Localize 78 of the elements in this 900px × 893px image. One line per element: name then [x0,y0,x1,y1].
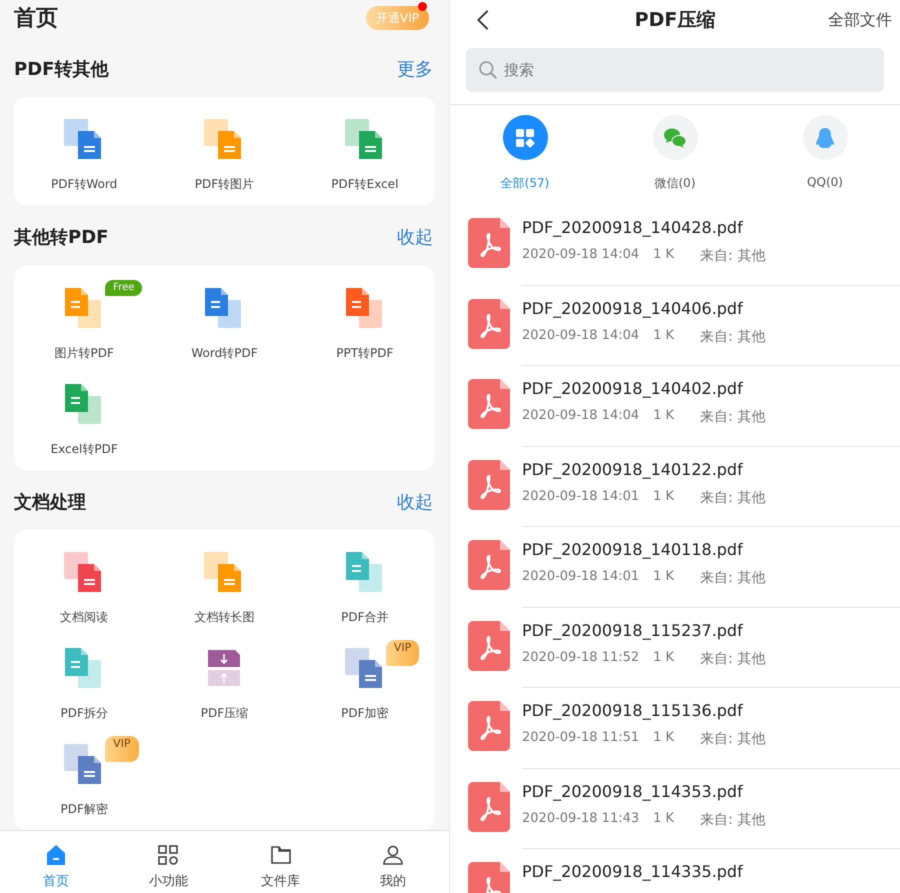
tool-label: PDF解密 [60,800,108,818]
nav-tab[interactable]: 我的 [336,830,449,893]
source-tab[interactable]: 微信(0) [600,105,750,205]
tool-label: PDF加密 [341,704,389,722]
page-title: 首页 [14,5,58,34]
screen-title: PDF压缩 [634,8,716,33]
tool-label: 文档阅读 [60,608,108,626]
search-field[interactable]: 搜索 [466,48,884,92]
file-name[interactable]: PDF_20200918_114335.pdf [522,861,900,883]
file-name[interactable]: PDF_20200918_114353.pdf [522,780,900,802]
file-date: 2020-09-18 11:43 [522,810,640,828]
penguin-icon [813,126,837,150]
tool-label: PDF压缩 [200,704,248,722]
file-size: 1 K [653,730,674,747]
section-toggle-link[interactable]: 收起 [397,225,433,250]
file-size: 1 K [653,408,674,425]
pdf-file-icon [468,701,510,751]
file-size: 1 K [653,569,674,586]
file-name[interactable]: PDF_20200918_140428.pdf [522,217,900,239]
nav-tab[interactable]: 小功能 [112,830,224,893]
tool-label: PDF拆分 [60,704,108,722]
tool-label: 文档转长图 [194,608,254,626]
section-title: 其他转PDF [14,226,108,250]
all-files-link[interactable]: 全部文件 [828,10,892,30]
pdf-file-icon [468,379,510,429]
file-source: 来自: 其他 [700,650,766,668]
grid-icon [156,842,180,867]
free-badge: Free [105,280,142,296]
pdf-file-icon [468,298,510,348]
file-date: 2020-09-18 11:52 [522,650,640,666]
file-source: 来自: 其他 [700,730,766,748]
pdf-file-icon [468,620,510,670]
file-source: 来自: 其他 [700,569,766,587]
file-source: 来自: 其他 [700,247,766,265]
tool-label: PDF转Excel [331,176,398,194]
section-toggle-link[interactable]: 收起 [397,490,433,514]
file-name[interactable]: PDF_20200918_140406.pdf [522,298,900,320]
source-tab[interactable]: QQ(0) [750,105,900,205]
tool-label: PDF转图片 [194,176,254,194]
file-size: 1 K [653,650,674,666]
file-name[interactable]: PDF_20200918_140122.pdf [522,458,900,480]
file-date: 2020-09-18 11:51 [522,730,640,747]
file-name[interactable]: PDF_20200918_115237.pdf [522,620,900,642]
file-date: 2020-09-18 14:04 [522,328,640,344]
file-date: 2020-09-18 14:01 [522,488,640,506]
pdf-file-icon [468,782,510,832]
file-name[interactable]: PDF_20200918_115136.pdf [522,700,900,722]
nav-tab[interactable]: 文件库 [224,830,337,893]
file-size: 1 K [653,328,674,344]
file-source: 来自: 其他 [700,810,766,828]
tool-label: PDF转Word [51,176,118,194]
tool-label: PPT转PDF [336,344,394,362]
file-name[interactable]: PDF_20200918_140402.pdf [522,378,900,400]
file-source: 来自: 其他 [700,488,766,506]
file-date: 2020-09-18 14:04 [522,408,640,425]
back-icon[interactable] [476,9,490,31]
tool-label: PDF合并 [341,608,389,626]
pdf-file-icon [468,218,510,268]
vip-badge: VIP [386,640,420,666]
vip-badge: VIP [105,736,139,762]
section-title: 文档处理 [14,490,86,514]
tool-label: 图片转PDF [54,344,114,362]
file-size: 1 K [653,810,674,828]
person-icon [380,842,405,867]
tool-label: Excel转PDF [50,440,118,458]
pdf-file-icon [468,460,510,510]
file-date: 2020-09-18 14:01 [522,569,640,586]
file-size: 1 K [653,488,674,506]
section-toggle-link[interactable]: 更多 [397,57,433,82]
file-source: 来自: 其他 [700,408,766,426]
pdf-file-icon [468,540,510,590]
tool-label: Word转PDF [191,344,258,362]
file-source: 来自: 其他 [700,328,766,346]
file-date: 2020-09-18 14:04 [522,247,640,264]
chat-bubbles-icon [663,126,687,150]
section-title: PDF转其他 [14,58,108,82]
file-name[interactable]: PDF_20200918_140118.pdf [522,539,900,561]
file-size: 1 K [653,247,674,264]
